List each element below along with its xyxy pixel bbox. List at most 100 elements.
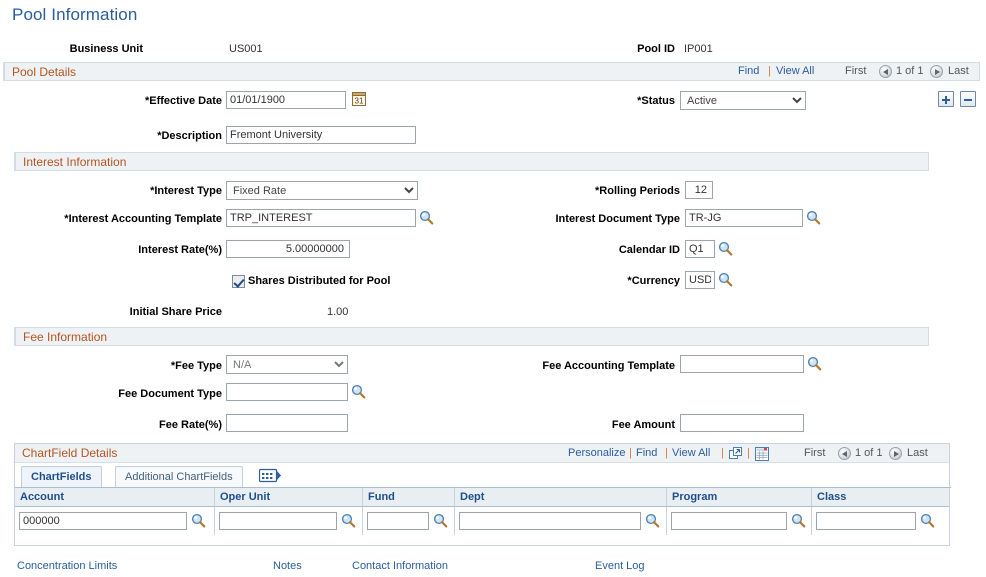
- currency-label: *Currency: [627, 275, 680, 287]
- chartfield-separator-3: |: [721, 447, 724, 459]
- chartfield-next-arrow-icon[interactable]: [889, 447, 902, 460]
- column-header-fund-label: Fund: [368, 491, 395, 503]
- fee-information-section-header: Fee Information: [14, 327, 929, 346]
- calendar-id-input[interactable]: [685, 240, 715, 258]
- description-label: *Description: [157, 130, 222, 142]
- pool-details-last-label[interactable]: Last: [948, 65, 969, 77]
- shares-distributed-checkbox[interactable]: [232, 275, 245, 288]
- table-row-cell-account: [15, 507, 215, 535]
- pool-details-first-label[interactable]: First: [845, 65, 866, 77]
- fund-input[interactable]: [367, 512, 429, 530]
- chartfield-tabstrip: ChartFields Additional ChartFields: [15, 466, 949, 488]
- chartfield-personalize-link[interactable]: Personalize: [568, 447, 625, 459]
- download-to-excel-icon[interactable]: [755, 447, 769, 461]
- calendar-id-label: Calendar ID: [618, 244, 680, 256]
- calendar-icon[interactable]: 31: [352, 92, 366, 106]
- column-header-oper-unit[interactable]: Oper Unit: [215, 488, 363, 507]
- notes-link[interactable]: Notes: [273, 560, 302, 572]
- dept-input[interactable]: [459, 512, 641, 530]
- rolling-periods-input[interactable]: [685, 181, 713, 199]
- oper-unit-lookup-icon[interactable]: [341, 513, 356, 528]
- calendar-id-lookup-icon[interactable]: [718, 241, 733, 256]
- fee-rate-input[interactable]: [226, 414, 348, 432]
- tab-chartfields[interactable]: ChartFields: [21, 466, 102, 487]
- initial-share-price-label: Initial Share Price: [129, 306, 222, 318]
- interest-document-type-input[interactable]: [685, 209, 803, 227]
- interest-information-section-label: Interest Information: [23, 155, 127, 169]
- currency-input[interactable]: [685, 271, 715, 289]
- concentration-limits-link[interactable]: Concentration Limits: [17, 560, 117, 572]
- column-header-class[interactable]: Class: [812, 488, 949, 507]
- pool-details-separator-1: |: [768, 65, 771, 77]
- interest-accounting-template-input[interactable]: [226, 209, 416, 227]
- fee-document-type-lookup-icon[interactable]: [351, 384, 366, 399]
- fee-information-section-label: Fee Information: [23, 330, 108, 344]
- pool-details-find-link[interactable]: Find: [738, 65, 759, 77]
- table-row-cell-class: [812, 507, 949, 535]
- fee-document-type-input[interactable]: [226, 383, 348, 401]
- delete-row-button[interactable]: [960, 91, 976, 107]
- program-input[interactable]: [671, 512, 787, 530]
- interest-type-label: *Interest Type: [150, 185, 222, 197]
- fee-document-type-label: Fee Document Type: [118, 388, 222, 400]
- pool-details-prev-arrow-icon[interactable]: [879, 65, 892, 78]
- column-header-dept[interactable]: Dept: [455, 488, 667, 507]
- chartfield-view-all-link[interactable]: View All: [672, 447, 710, 459]
- chartfield-counter: 1 of 1: [855, 447, 883, 459]
- status-label: *Status: [637, 95, 675, 107]
- event-log-link[interactable]: Event Log: [595, 560, 645, 572]
- column-header-class-label: Class: [817, 491, 847, 503]
- oper-unit-input[interactable]: [219, 512, 337, 530]
- interest-document-type-lookup-icon[interactable]: [806, 210, 821, 225]
- pool-id-label: Pool ID: [637, 43, 675, 55]
- column-header-oper-unit-label: Oper Unit: [220, 491, 271, 503]
- chartfield-separator-1: |: [629, 447, 632, 459]
- page-title: Pool Information: [12, 5, 138, 24]
- fee-accounting-template-input[interactable]: [680, 355, 804, 373]
- currency-lookup-icon[interactable]: [718, 272, 733, 287]
- tab-additional-chartfields[interactable]: Additional ChartFields: [115, 466, 243, 487]
- chartfield-prev-arrow-icon[interactable]: [838, 447, 851, 460]
- tab-chartfields-label: ChartFields: [31, 471, 92, 483]
- add-row-button[interactable]: [938, 91, 954, 107]
- chartfield-details-section-label: ChartField Details: [22, 446, 118, 460]
- fee-rate-label: Fee Rate(%): [159, 419, 222, 431]
- business-unit-label: Business Unit: [69, 43, 143, 55]
- account-input[interactable]: [19, 512, 187, 530]
- account-lookup-icon[interactable]: [191, 513, 206, 528]
- pool-details-next-arrow-icon[interactable]: [930, 65, 943, 78]
- column-header-program[interactable]: Program: [667, 488, 812, 507]
- interest-rate-label: Interest Rate(%): [138, 244, 222, 256]
- fee-type-select[interactable]: N/A: [226, 355, 348, 374]
- dept-lookup-icon[interactable]: [645, 513, 660, 528]
- pool-details-section-label: Pool Details: [12, 65, 77, 79]
- class-lookup-icon[interactable]: [920, 513, 935, 528]
- contact-information-link[interactable]: Contact Information: [352, 560, 448, 572]
- fee-accounting-template-lookup-icon[interactable]: [807, 356, 822, 371]
- effective-date-input[interactable]: [226, 91, 346, 109]
- column-header-account-label: Account: [20, 491, 64, 503]
- fund-lookup-icon[interactable]: [433, 513, 448, 528]
- column-header-fund[interactable]: Fund: [363, 488, 455, 507]
- chartfield-separator-2: |: [665, 447, 668, 459]
- interest-accounting-template-lookup-icon[interactable]: [419, 210, 434, 225]
- fee-accounting-template-label: Fee Accounting Template: [542, 360, 675, 372]
- column-header-account[interactable]: Account: [15, 488, 215, 507]
- pool-information-page: Pool Information Business Unit US001 Poo…: [0, 0, 986, 577]
- business-unit-value: US001: [229, 43, 263, 55]
- fee-amount-input[interactable]: [680, 414, 804, 432]
- interest-accounting-template-label: *Interest Accounting Template: [64, 213, 222, 225]
- new-window-icon[interactable]: [729, 447, 743, 461]
- program-lookup-icon[interactable]: [791, 513, 806, 528]
- interest-rate-input[interactable]: [226, 240, 350, 258]
- description-input[interactable]: [226, 126, 416, 144]
- pool-details-view-all-link[interactable]: View All: [776, 65, 814, 77]
- interest-type-select[interactable]: Fixed Rate: [226, 181, 418, 200]
- class-input[interactable]: [816, 512, 916, 530]
- chartfield-last-label[interactable]: Last: [907, 447, 928, 459]
- show-all-columns-icon[interactable]: [258, 468, 283, 484]
- chartfield-find-link[interactable]: Find: [636, 447, 657, 459]
- table-row-cell-oper-unit: [215, 507, 363, 535]
- chartfield-first-label[interactable]: First: [804, 447, 825, 459]
- status-select[interactable]: Active: [680, 91, 806, 110]
